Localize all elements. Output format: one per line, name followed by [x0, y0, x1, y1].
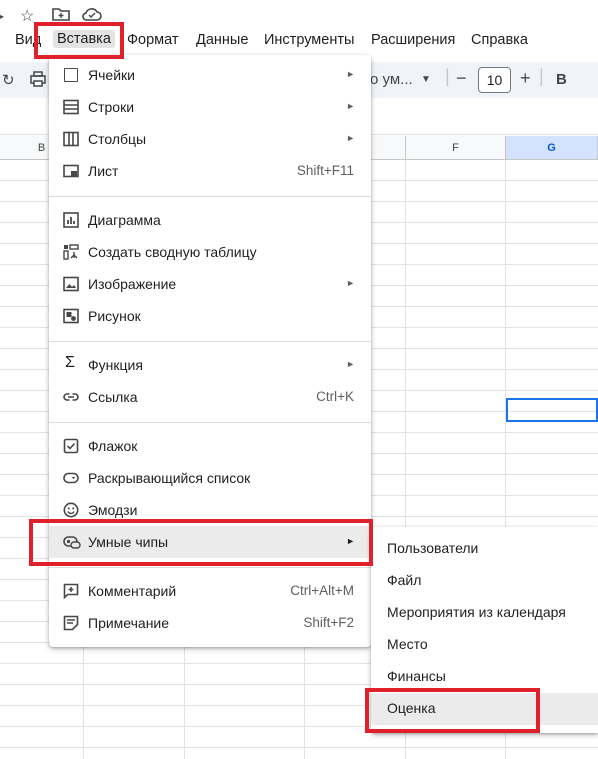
sigma-icon: Σ: [65, 354, 75, 371]
chart-icon: [63, 212, 79, 228]
menu-divider: [49, 422, 371, 423]
submenu-item-file[interactable]: Файл: [371, 565, 598, 597]
menu-item-sheet[interactable]: Лист Shift+F11: [49, 155, 371, 187]
submenu-item-calendar-events[interactable]: Мероприятия из календаря: [371, 597, 598, 629]
menu-item-dropdown[interactable]: Раскрывающийся список: [49, 462, 371, 494]
cell-icon: [63, 67, 79, 83]
rows-icon: [63, 99, 79, 115]
menu-extensions[interactable]: Расширения: [371, 32, 455, 48]
submenu-item-label: Место: [387, 636, 428, 652]
column-header-f[interactable]: F: [406, 136, 506, 160]
menu-item-label: Эмодзи: [88, 502, 138, 518]
submenu-arrow-icon: ►: [346, 278, 355, 288]
highlight-box-smart-chips: [29, 519, 373, 566]
menu-item-cells[interactable]: Ячейки ►: [49, 59, 371, 91]
add-comment-icon: [63, 583, 79, 600]
menu-item-function[interactable]: Σ Функция ►: [49, 349, 371, 381]
checkbox-icon: [63, 438, 79, 454]
shortcut-label: Ctrl+K: [316, 389, 354, 404]
menu-item-label: Ячейки: [88, 67, 135, 83]
menu-item-link[interactable]: Ссылка Ctrl+K: [49, 381, 371, 413]
print-icon[interactable]: [30, 71, 46, 91]
image-icon: [63, 276, 79, 292]
highlight-box-rating: [365, 688, 540, 733]
submenu-arrow-icon: ►: [346, 133, 355, 143]
menu-item-checkbox[interactable]: Флажок: [49, 430, 371, 462]
font-family-select[interactable]: о ум...: [370, 71, 413, 88]
menu-item-label: Лист: [88, 163, 119, 179]
shortcut-label: Shift+F11: [296, 163, 354, 178]
selected-cell[interactable]: [506, 398, 598, 422]
menu-item-note[interactable]: Примечание Shift+F2: [49, 607, 371, 639]
submenu-arrow-icon: ►: [346, 359, 355, 369]
increase-font-size-button[interactable]: +: [520, 68, 531, 89]
toolbar-divider-2: |: [539, 66, 544, 86]
menu-divider: [49, 196, 371, 197]
menu-item-label: Строки: [88, 99, 135, 115]
menu-format[interactable]: Формат: [127, 32, 179, 48]
menu-tools[interactable]: Инструменты: [264, 32, 354, 48]
submenu-item-label: Финансы: [387, 668, 446, 684]
menu-item-label: Создать сводную таблицу: [88, 244, 257, 260]
menu-item-label: Комментарий: [88, 583, 177, 599]
submenu-item-label: Файл: [387, 572, 422, 588]
link-icon: [63, 389, 79, 405]
toolbar-divider: |: [445, 66, 450, 86]
submenu-item-label: Мероприятия из календаря: [387, 604, 566, 620]
menu-item-chart[interactable]: Диаграмма: [49, 204, 371, 236]
star-icon[interactable]: ☆: [20, 6, 34, 26]
menu-item-label: Функция: [88, 357, 143, 373]
redo-icon[interactable]: ↻: [2, 71, 15, 89]
menu-item-columns[interactable]: Столбцы ►: [49, 123, 371, 155]
menu-item-label: Флажок: [88, 438, 138, 454]
font-dropdown-arrow-icon[interactable]: ▼: [421, 74, 431, 85]
dropdown-chip-icon: [63, 470, 79, 486]
highlight-box-insert: [34, 22, 124, 59]
menu-item-rows[interactable]: Строки ►: [49, 91, 371, 123]
font-size-input[interactable]: 10: [478, 67, 511, 93]
column-header-g[interactable]: G: [506, 136, 598, 160]
menu-divider: [49, 341, 371, 342]
menu-item-drawing[interactable]: Рисунок: [49, 300, 371, 332]
submenu-item-people[interactable]: Пользователи: [371, 533, 598, 565]
menu-item-label: Примечание: [88, 615, 170, 631]
pivot-table-icon: [63, 244, 79, 260]
menu-item-label: Рисунок: [88, 308, 141, 324]
menu-help[interactable]: Справка: [471, 32, 528, 48]
menu-item-pivot-table[interactable]: Создать сводную таблицу: [49, 236, 371, 268]
menu-item-label: Диаграмма: [88, 212, 161, 228]
menu-item-comment[interactable]: Комментарий Ctrl+Alt+M: [49, 575, 371, 607]
sheet-icon: [63, 163, 79, 179]
shortcut-label: Ctrl+Alt+M: [290, 583, 354, 598]
menu-item-label: Раскрывающийся список: [88, 470, 251, 486]
submenu-item-label: Пользователи: [387, 540, 479, 556]
columns-icon: [63, 131, 79, 147]
submenu-arrow-icon: ►: [346, 69, 355, 79]
emoji-icon: [63, 502, 79, 518]
decrease-font-size-button[interactable]: −: [456, 68, 467, 89]
menu-item-label: Столбцы: [88, 131, 147, 147]
menu-data[interactable]: Данные: [196, 32, 248, 48]
shortcut-label: Shift+F2: [303, 615, 354, 630]
note-icon: [63, 615, 79, 631]
menu-divider: [49, 567, 371, 568]
submenu-arrow-icon: ►: [346, 101, 355, 111]
menu-item-label: Ссылка: [88, 389, 138, 405]
drawing-icon: [63, 308, 79, 324]
menu-item-image[interactable]: Изображение ►: [49, 268, 371, 300]
menu-item-label: Изображение: [88, 276, 177, 292]
doc-icon[interactable]: ▸: [0, 6, 4, 26]
submenu-item-place[interactable]: Место: [371, 629, 598, 661]
bold-button[interactable]: B: [556, 71, 567, 88]
